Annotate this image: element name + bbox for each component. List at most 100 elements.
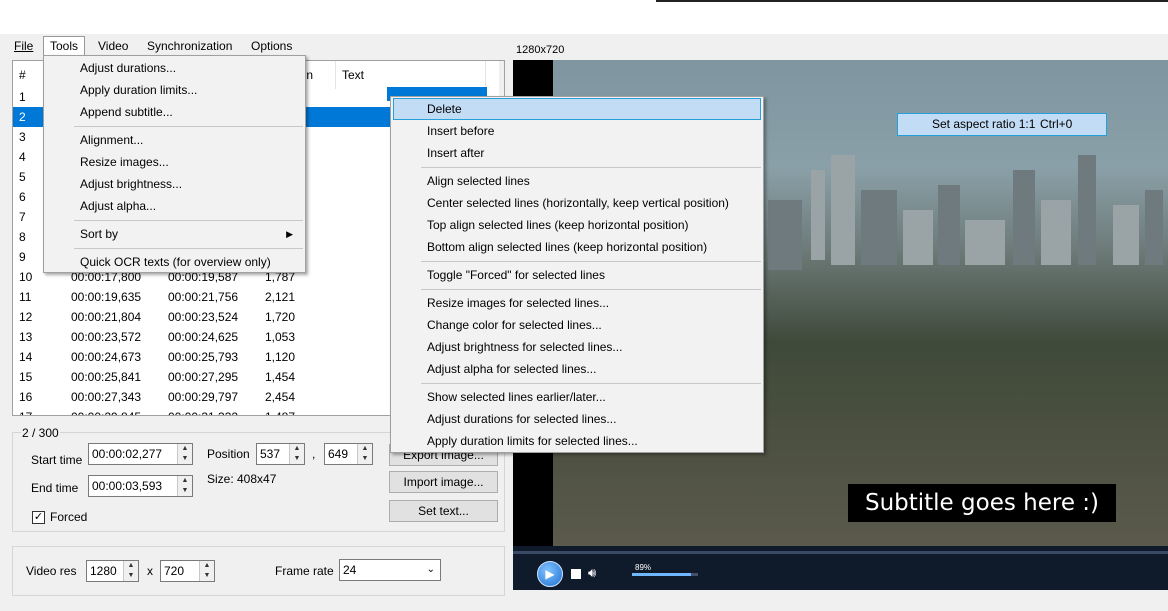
cell-end: 00:00:25,793 bbox=[168, 350, 239, 364]
context-item-adjust-brightness[interactable]: Adjust brightness for selected lines... bbox=[393, 336, 761, 358]
position-y-spinner-icon[interactable]: ▲ ▼ bbox=[357, 444, 372, 464]
menu-item-resize-images[interactable]: Resize images... bbox=[46, 151, 303, 173]
menu-synchronization-label: Synchronization bbox=[147, 39, 233, 53]
import-image-button[interactable]: Import image... bbox=[389, 471, 498, 493]
menu-options[interactable]: Options bbox=[245, 37, 298, 55]
menu-separator bbox=[74, 126, 303, 127]
set-aspect-ratio-menu-item[interactable]: Set aspect ratio 1:1 Ctrl+0 bbox=[897, 113, 1107, 136]
menu-video[interactable]: Video bbox=[92, 37, 134, 55]
cell-start: 00:00:24,673 bbox=[71, 350, 142, 364]
subtitle-counter: 2 / 300 bbox=[21, 425, 60, 441]
start-time-label: Start time bbox=[31, 453, 83, 467]
checkmark-icon: ✓ bbox=[33, 511, 44, 523]
video-res-height-input[interactable]: 720 ▲ ▼ bbox=[160, 560, 215, 582]
context-item-center-selected[interactable]: Center selected lines (horizontally, kee… bbox=[393, 192, 761, 214]
frame-rate-select[interactable]: 24 ⌄ bbox=[339, 559, 441, 581]
chevron-down-icon: ⌄ bbox=[426, 564, 435, 575]
video-res-width-input[interactable]: 1280 ▲ ▼ bbox=[86, 560, 139, 582]
video-res-height-spinner-icon[interactable]: ▲ ▼ bbox=[199, 561, 214, 581]
video-res-height-value: 720 bbox=[164, 564, 185, 578]
cell-num: 11 bbox=[19, 290, 32, 304]
context-item-bottom-align[interactable]: Bottom align selected lines (keep horizo… bbox=[393, 236, 761, 258]
cell-num: 2 bbox=[19, 110, 26, 124]
cell-end: 00:00:29,797 bbox=[168, 390, 239, 404]
seek-bar[interactable] bbox=[513, 551, 1168, 554]
cell-end: 00:00:24,625 bbox=[168, 330, 239, 344]
play-icon[interactable]: ▶ bbox=[537, 561, 563, 587]
menu-item-adjust-brightness[interactable]: Adjust brightness... bbox=[46, 173, 303, 195]
menu-item-quick-ocr[interactable]: Quick OCR texts (for overview only) bbox=[46, 251, 303, 273]
position-y-input[interactable]: 649 ▲ ▼ bbox=[324, 443, 373, 465]
start-time-spinner-icon[interactable]: ▲ ▼ bbox=[177, 444, 192, 464]
end-time-label: End time bbox=[31, 481, 79, 495]
menu-item-apply-duration-limits[interactable]: Apply duration limits... bbox=[46, 79, 303, 101]
context-item-insert-after[interactable]: Insert after bbox=[393, 142, 761, 164]
set-aspect-ratio-shortcut: Ctrl+0 bbox=[1040, 117, 1073, 131]
start-time-input[interactable]: 00:00:02,277 ▲ ▼ bbox=[88, 443, 193, 465]
menu-tools[interactable]: Tools bbox=[43, 36, 86, 56]
menu-video-label: Video bbox=[98, 39, 129, 53]
cell-end: 00:00:21,756 bbox=[168, 290, 239, 304]
menu-synchronization[interactable]: Synchronization bbox=[141, 37, 238, 55]
context-item-top-align[interactable]: Top align selected lines (keep horizonta… bbox=[393, 214, 761, 236]
cell-dur: 1,720 bbox=[265, 310, 296, 324]
context-item-show-earlier-later[interactable]: Show selected lines earlier/later... bbox=[393, 386, 761, 408]
cell-num: 14 bbox=[19, 350, 33, 364]
cell-end: 00:00:31,332 bbox=[168, 407, 238, 415]
cell-dur: 1,120 bbox=[265, 350, 296, 364]
cell-num: 13 bbox=[19, 330, 33, 344]
menu-separator bbox=[421, 261, 761, 262]
menu-item-sort-by[interactable]: Sort by ▶ bbox=[46, 223, 303, 245]
cell-start: 00:00:19,635 bbox=[71, 290, 142, 304]
video-res-width-spinner-icon[interactable]: ▲ ▼ bbox=[123, 561, 138, 581]
volume-slider-fill bbox=[632, 573, 691, 576]
list-context-menu: Delete Insert before Insert after Align … bbox=[390, 96, 764, 453]
context-item-toggle-forced[interactable]: Toggle "Forced" for selected lines bbox=[393, 264, 761, 286]
position-label: Position bbox=[207, 447, 250, 461]
start-time-value: 00:00:02,277 bbox=[92, 447, 163, 461]
frame-rate-value: 24 bbox=[343, 563, 357, 577]
context-item-change-color[interactable]: Change color for selected lines... bbox=[393, 314, 761, 336]
menu-item-alignment[interactable]: Alignment... bbox=[46, 129, 303, 151]
subtitle-preview: Subtitle goes here :) bbox=[848, 484, 1116, 522]
column-header-text[interactable]: Text bbox=[336, 61, 486, 89]
tools-menu: Adjust durations... Apply duration limit… bbox=[43, 55, 306, 273]
context-item-resize-images[interactable]: Resize images for selected lines... bbox=[393, 292, 761, 314]
image-size-text: Size: 408x47 bbox=[207, 472, 277, 486]
set-text-button[interactable]: Set text... bbox=[389, 500, 498, 522]
position-x-input[interactable]: 537 ▲ ▼ bbox=[256, 443, 305, 465]
context-item-adjust-durations[interactable]: Adjust durations for selected lines... bbox=[393, 408, 761, 430]
menu-file[interactable]: File bbox=[8, 37, 39, 55]
cell-dur: 1,454 bbox=[265, 370, 296, 384]
cell-num: 10 bbox=[19, 270, 33, 284]
position-x-spinner-icon[interactable]: ▲ ▼ bbox=[289, 444, 304, 464]
cell-dur: 2,121 bbox=[265, 290, 296, 304]
top-divider bbox=[656, 0, 1168, 2]
cell-dur: 1,053 bbox=[265, 330, 296, 344]
context-item-apply-duration-limits[interactable]: Apply duration limits for selected lines… bbox=[393, 430, 761, 452]
cell-num: 7 bbox=[19, 210, 26, 224]
menu-item-adjust-alpha[interactable]: Adjust alpha... bbox=[46, 195, 303, 217]
end-time-value: 00:00:03,593 bbox=[92, 479, 163, 493]
menu-separator bbox=[74, 220, 303, 221]
menu-item-adjust-durations[interactable]: Adjust durations... bbox=[46, 57, 303, 79]
video-res-width-value: 1280 bbox=[90, 564, 117, 578]
forced-checkbox[interactable]: ✓ bbox=[32, 511, 45, 524]
context-item-delete[interactable]: Delete bbox=[393, 98, 761, 120]
video-resolution-label: 1280x720 bbox=[516, 44, 565, 56]
scroll-up-arrow-icon[interactable]: ▲ bbox=[499, 63, 504, 79]
context-item-align-selected[interactable]: Align selected lines bbox=[393, 170, 761, 192]
set-aspect-ratio-label: Set aspect ratio 1:1 bbox=[932, 117, 1036, 131]
volume-icon[interactable]: 🔊︎ bbox=[588, 565, 596, 581]
stop-icon[interactable] bbox=[571, 569, 581, 579]
cell-num: 17 bbox=[19, 407, 32, 415]
context-item-insert-before[interactable]: Insert before bbox=[393, 120, 761, 142]
context-item-adjust-alpha[interactable]: Adjust alpha for selected lines... bbox=[393, 358, 761, 380]
end-time-spinner-icon[interactable]: ▲ ▼ bbox=[177, 476, 192, 496]
menu-item-append-subtitle[interactable]: Append subtitle... bbox=[46, 101, 303, 123]
cell-end: 00:00:23,524 bbox=[168, 310, 239, 324]
position-x-value: 537 bbox=[260, 447, 281, 461]
end-time-input[interactable]: 00:00:03,593 ▲ ▼ bbox=[88, 475, 193, 497]
menu-tools-label: Tools bbox=[50, 39, 79, 53]
cell-start: 00:00:25,841 bbox=[71, 370, 142, 384]
